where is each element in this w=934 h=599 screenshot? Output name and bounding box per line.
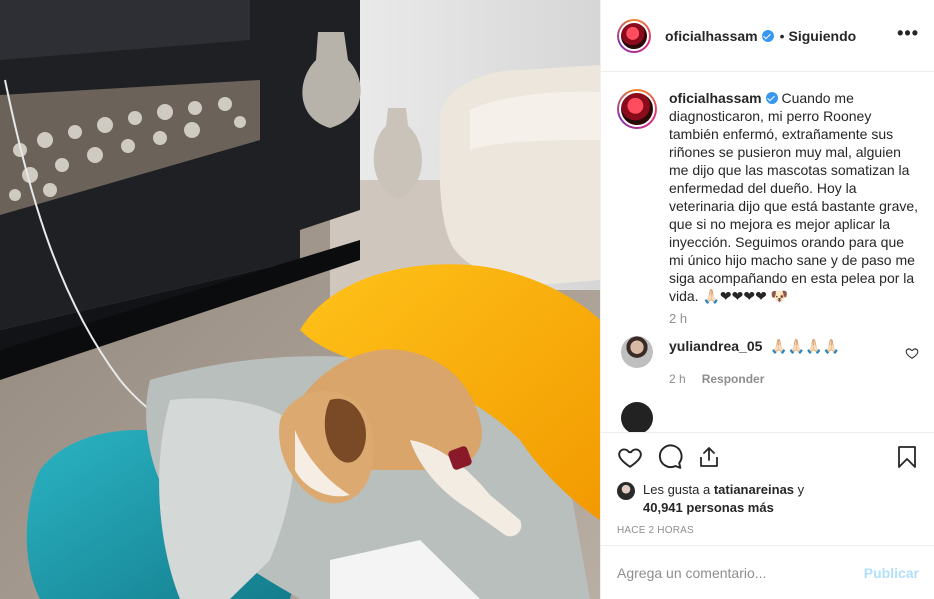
save-button[interactable] [879, 437, 919, 477]
like-button[interactable] [617, 437, 657, 477]
commenter-avatar[interactable] [621, 336, 653, 368]
share-icon [700, 447, 718, 467]
instagram-post-modal: oficialhassam • Siguiendo ••• oficialhas… [0, 0, 934, 599]
post-side-panel: oficialhassam • Siguiendo ••• oficialhas… [600, 0, 934, 599]
caption-timestamp[interactable]: 2 h [669, 311, 919, 326]
header-separator: • [779, 27, 785, 44]
comment-input[interactable] [617, 564, 864, 581]
post-actions-area: Les gusta a tatianareinas y 40,941 perso… [601, 432, 934, 536]
caption-text-block: oficialhassam Cuando me diagnosticaron, … [669, 89, 919, 305]
heart-icon [618, 448, 642, 468]
caption-username[interactable]: oficialhassam [669, 90, 762, 106]
likes-connector: y [794, 482, 805, 497]
likes-prefix: Les gusta a [643, 482, 714, 497]
caption-author-avatar[interactable] [617, 89, 657, 129]
likes-summary: Les gusta a tatianareinas y 40,941 perso… [617, 481, 919, 517]
next-commenter-avatar[interactable] [621, 402, 653, 433]
author-avatar[interactable] [617, 18, 651, 53]
action-bar [617, 433, 919, 481]
following-button[interactable]: Siguiendo [789, 28, 857, 44]
reply-button[interactable]: Responder [702, 372, 765, 386]
comment-icon [658, 444, 683, 469]
post-photo[interactable] [0, 0, 600, 599]
add-comment-bar: Publicar [601, 545, 934, 599]
verified-badge-icon [761, 29, 774, 42]
share-button[interactable] [697, 437, 737, 477]
caption-verified-badge-icon [765, 92, 778, 104]
caption-text: Cuando me diagnosticaron, mi perro Roone… [669, 90, 919, 304]
comment-button[interactable] [657, 437, 697, 477]
comment-text-block: yuliandrea_05 🙏🏻🙏🏻🙏🏻🙏🏻 [669, 336, 840, 368]
comment-like-heart-icon[interactable] [905, 346, 919, 360]
comment-meta: 2 h Responder [669, 372, 919, 386]
posted-time[interactable]: HACE 2 HORAS [617, 525, 919, 536]
commenter-username[interactable]: yuliandrea_05 [669, 338, 762, 354]
comments-section[interactable]: oficialhassam Cuando me diagnosticaron, … [601, 73, 934, 433]
publish-button[interactable]: Publicar [864, 565, 919, 581]
comment-text: 🙏🏻🙏🏻🙏🏻🙏🏻 [770, 338, 841, 354]
dog-photo-illustration [0, 0, 600, 599]
likes-others-count[interactable]: 40,941 personas más [643, 500, 774, 515]
bookmark-icon [898, 446, 916, 468]
more-options-icon[interactable]: ••• [897, 24, 919, 42]
post-caption: oficialhassam Cuando me diagnosticaron, … [617, 89, 919, 305]
liker-avatar[interactable] [617, 482, 635, 500]
liker-username[interactable]: tatianareinas [714, 482, 794, 497]
likes-text: Les gusta a tatianareinas y 40,941 perso… [643, 481, 804, 517]
author-username[interactable]: oficialhassam [665, 28, 758, 44]
comment-timestamp[interactable]: 2 h [669, 372, 686, 386]
comment-item: yuliandrea_05 🙏🏻🙏🏻🙏🏻🙏🏻 [617, 336, 919, 368]
post-header: oficialhassam • Siguiendo ••• [601, 0, 934, 72]
